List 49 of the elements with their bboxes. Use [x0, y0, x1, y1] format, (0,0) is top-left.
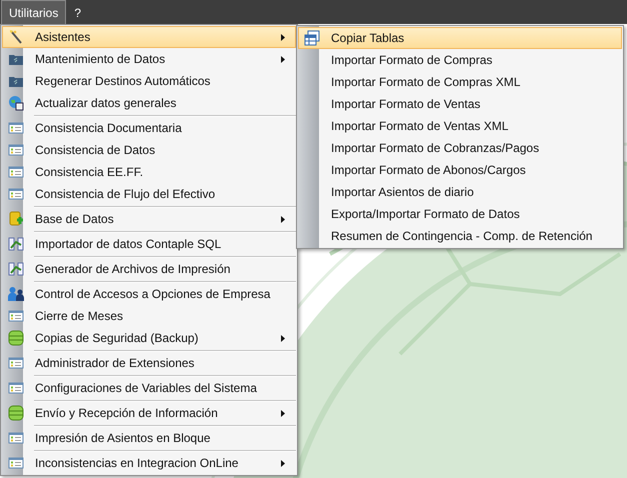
- menu-item[interactable]: Regenerar Destinos Automáticos: [2, 70, 296, 92]
- form-icon: [8, 430, 24, 446]
- menubar-item[interactable]: Utilitarios: [1, 0, 66, 24]
- menu-item[interactable]: Importar Formato de Abonos/Cargos: [298, 159, 622, 181]
- menu-item[interactable]: Resumen de Contingencia - Comp. de Retención: [298, 225, 622, 247]
- menu-item[interactable]: Importar Formato de Cobranzas/Pagos: [298, 137, 622, 159]
- menu-item[interactable]: Envío y Recepción de Información: [2, 402, 296, 424]
- menu-item[interactable]: Consistencia EE.FF.: [2, 161, 296, 183]
- menu-item[interactable]: Importador de datos Contaple SQL: [2, 233, 296, 255]
- chart-icon: [8, 261, 24, 277]
- menu-item[interactable]: Cierre de Meses: [2, 305, 296, 327]
- form-icon: [8, 186, 24, 202]
- menu-item[interactable]: Importar Formato de Compras: [298, 49, 622, 71]
- menu-item[interactable]: Consistencia de Flujo del Efectivo: [2, 183, 296, 205]
- form-icon: [8, 380, 24, 396]
- form-icon: [8, 355, 24, 371]
- form-icon: [8, 142, 24, 158]
- form-icon: [8, 308, 24, 324]
- menu-item[interactable]: Importar Formato de Ventas: [298, 93, 622, 115]
- form-icon: [8, 164, 24, 180]
- magic-wand-icon: [8, 29, 24, 45]
- menu-item[interactable]: Configuraciones de Variables del Sistema: [2, 377, 296, 399]
- menu-item[interactable]: Control de Accesos a Opciones de Empresa: [2, 283, 296, 305]
- menu-item[interactable]: Copias de Seguridad (Backup): [2, 327, 296, 349]
- form-icon: [8, 120, 24, 136]
- menu-item[interactable]: Exporta/Importar Formato de Datos: [298, 203, 622, 225]
- table-icon: [304, 30, 320, 46]
- menu-item[interactable]: Consistencia de Datos: [2, 139, 296, 161]
- menu-item[interactable]: Base de Datos: [2, 208, 296, 230]
- menu-item[interactable]: Copiar Tablas: [298, 27, 622, 49]
- menu-item[interactable]: Impresión de Asientos en Bloque: [2, 427, 296, 449]
- menu-item[interactable]: Asistentes: [2, 26, 296, 48]
- database-icon: [8, 330, 24, 346]
- chart-icon: [8, 236, 24, 252]
- menu-item[interactable]: Importar Asientos de diario: [298, 181, 622, 203]
- menu-item[interactable]: Importar Formato de Ventas XML: [298, 115, 622, 137]
- form-icon: [8, 455, 24, 471]
- menu-item[interactable]: Administrador de Extensiones: [2, 352, 296, 374]
- menu-item[interactable]: Mantenimiento de Datos: [2, 48, 296, 70]
- menu-item[interactable]: Consistencia Documentaria: [2, 117, 296, 139]
- database-icon: [8, 405, 24, 421]
- menu-item[interactable]: Generador de Archivos de Impresión: [2, 258, 296, 280]
- database-add-icon: [8, 211, 24, 227]
- globe-calendar-icon: [8, 95, 24, 111]
- menu-item[interactable]: Inconsistencias en Integracion OnLine: [2, 452, 296, 474]
- menu-item[interactable]: Importar Formato de Compras XML: [298, 71, 622, 93]
- users-icon: [8, 286, 24, 302]
- menu-item[interactable]: Actualizar datos generales: [2, 92, 296, 114]
- menubar-item[interactable]: ?: [66, 0, 90, 24]
